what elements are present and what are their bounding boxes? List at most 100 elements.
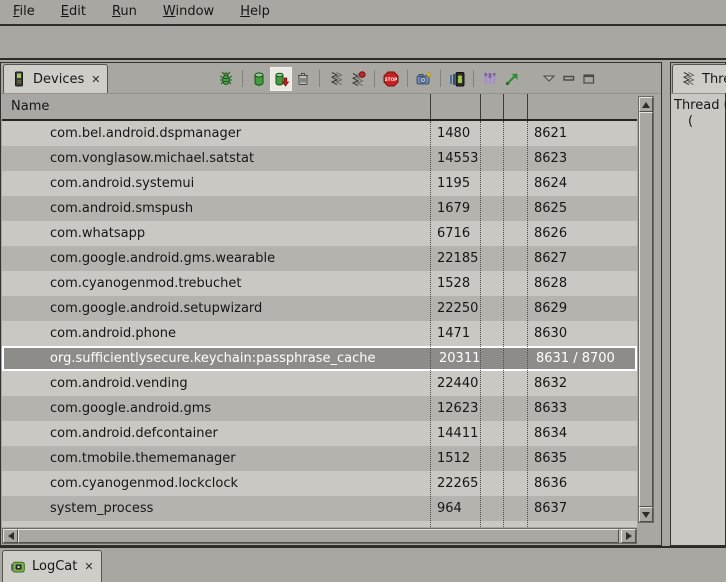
process-port: 8637 xyxy=(527,496,637,521)
empty-cell xyxy=(480,246,503,271)
update-heap-icon[interactable] xyxy=(248,67,270,91)
menu-run[interactable]: Run xyxy=(99,0,150,24)
start-method-profiling-icon[interactable] xyxy=(347,67,369,91)
scroll-left-button[interactable] xyxy=(3,529,18,543)
menu-window-rest: indow xyxy=(175,4,214,19)
process-pid: 12623 xyxy=(430,396,480,421)
table-row[interactable]: com.android.defcontainer 14411 8634 xyxy=(2,421,637,446)
scroll-up-button[interactable] xyxy=(639,97,653,112)
table-row[interactable]: com.google.android.gms.wearable 22185 86… xyxy=(2,246,637,271)
process-pid: 1195 xyxy=(430,171,480,196)
process-pid: 1512 xyxy=(430,446,480,471)
device-screens-icon[interactable] xyxy=(446,67,468,91)
table-row[interactable]: com.android.systemui 1195 8624 xyxy=(2,171,637,196)
scroll-down-button[interactable] xyxy=(639,507,653,522)
threads-icon xyxy=(680,71,696,87)
sysinfo-bars-icon[interactable] xyxy=(479,67,501,91)
process-name: com.cyanogenmod.trebuchet xyxy=(2,271,430,296)
table-row[interactable]: com.google.android.gms 12623 8633 xyxy=(2,396,637,421)
tab-threads[interactable]: Threads xyxy=(672,64,726,93)
process-pid: 14411 xyxy=(430,421,480,446)
table-row[interactable]: com.google.android.setupwizard 22250 862… xyxy=(2,296,637,321)
menu-help[interactable]: Help xyxy=(227,0,283,24)
view-menu-icon[interactable] xyxy=(539,67,559,91)
maximize-icon[interactable] xyxy=(579,67,599,91)
down-arrow-icon xyxy=(642,512,650,518)
tab-devices[interactable]: Devices ✕ xyxy=(3,64,108,93)
process-name: com.google.android.gms xyxy=(2,396,430,421)
process-name: com.android.systemui xyxy=(2,171,430,196)
table-row[interactable]: com.vonglasow.michael.satstat 14553 8623 xyxy=(2,146,637,171)
empty-cell xyxy=(503,246,527,271)
horizontal-scrollbar[interactable] xyxy=(2,528,637,544)
process-pid: 6716 xyxy=(430,221,480,246)
table-row[interactable]: com.cyanogenmod.trebuchet 1528 8628 xyxy=(2,271,637,296)
column-header-name: Name xyxy=(2,99,49,114)
menu-edit[interactable]: Edit xyxy=(48,0,99,24)
process-name: com.google.android.setupwizard xyxy=(2,296,430,321)
empty-cell xyxy=(480,296,503,321)
update-threads-icon[interactable] xyxy=(325,67,347,91)
empty-cell xyxy=(480,146,503,171)
menu-window-mnemonic: W xyxy=(163,4,176,19)
table-row[interactable]: com.android.phone 1471 8630 xyxy=(2,321,637,346)
empty-cell xyxy=(480,221,503,246)
up-arrow-icon xyxy=(642,102,650,108)
vertical-scrollbar[interactable] xyxy=(638,96,654,523)
screen-capture-icon[interactable] xyxy=(413,67,435,91)
menu-file[interactable]: File xyxy=(0,0,48,24)
tab-logcat[interactable]: LogCat ✕ xyxy=(2,550,102,582)
empty-cell xyxy=(480,371,503,396)
tab-logcat-label: LogCat xyxy=(32,559,77,574)
tab-devices-label: Devices xyxy=(33,72,84,87)
empty-cell xyxy=(503,196,527,221)
process-port: 8624 xyxy=(527,171,637,196)
workbench-area: Devices ✕ xyxy=(0,62,726,546)
process-port: 8634 xyxy=(527,421,637,446)
menu-window[interactable]: Window xyxy=(150,0,227,24)
header-column-divider xyxy=(480,94,481,119)
green-arrow-icon[interactable] xyxy=(501,67,523,91)
table-row[interactable]: com.tmobile.thememanager 1512 8635 xyxy=(2,446,637,471)
logcat-icon xyxy=(10,559,26,575)
scroll-right-button[interactable] xyxy=(621,529,636,543)
process-port: 8627 xyxy=(527,246,637,271)
debug-process-icon[interactable] xyxy=(215,67,237,91)
process-name: com.android.vending xyxy=(2,371,430,396)
process-pid: 964 xyxy=(430,496,480,521)
process-pid: 22440 xyxy=(430,371,480,396)
process-name: com.android.smspush xyxy=(2,196,430,221)
process-pid: 1471 xyxy=(430,321,480,346)
vertical-scrollbar-thumb[interactable] xyxy=(639,112,653,507)
empty-cell xyxy=(480,121,503,146)
empty-cell xyxy=(480,446,503,471)
horizontal-scrollbar-thumb[interactable] xyxy=(18,529,619,543)
empty-cell xyxy=(503,446,527,471)
menu-bar: File Edit Run Window Help xyxy=(0,0,726,26)
menu-help-rest: elp xyxy=(250,4,270,19)
tab-devices-close-icon[interactable]: ✕ xyxy=(91,74,100,85)
table-header[interactable]: Name xyxy=(2,94,637,121)
table-row[interactable]: com.cyanogenmod.lockclock 22265 8636 xyxy=(2,471,637,496)
table-row[interactable]: com.android.smspush 1679 8625 xyxy=(2,196,637,221)
main-toolbar-empty xyxy=(0,28,726,60)
menu-edit-mnemonic: E xyxy=(61,4,69,19)
table-row[interactable]: org.sufficientlysecure.keychain:passphra… xyxy=(2,346,637,371)
process-port: 8631 / 8700 xyxy=(529,348,635,369)
table-row[interactable]: com.bel.android.dspmanager 1480 8621 xyxy=(2,121,637,146)
minimize-icon[interactable] xyxy=(559,67,579,91)
table-row[interactable]: com.android.vending 22440 8632 xyxy=(2,371,637,396)
table-row[interactable]: com.whatsapp 6716 8626 xyxy=(2,221,637,246)
header-column-divider xyxy=(527,94,528,119)
process-pid: 22265 xyxy=(430,471,480,496)
svg-text:STOP: STOP xyxy=(385,76,398,81)
table-row[interactable]: system_process 964 8637 xyxy=(2,496,637,521)
threads-tabbar: Threads xyxy=(671,63,725,94)
toolbar-separator xyxy=(473,70,474,87)
cause-gc-icon[interactable] xyxy=(292,67,314,91)
devices-toolbar: STOP xyxy=(215,64,599,93)
stop-process-icon[interactable]: STOP xyxy=(380,67,402,91)
tab-logcat-close-icon[interactable]: ✕ xyxy=(84,561,93,572)
dump-hprof-icon[interactable] xyxy=(270,67,292,91)
empty-cell xyxy=(503,171,527,196)
